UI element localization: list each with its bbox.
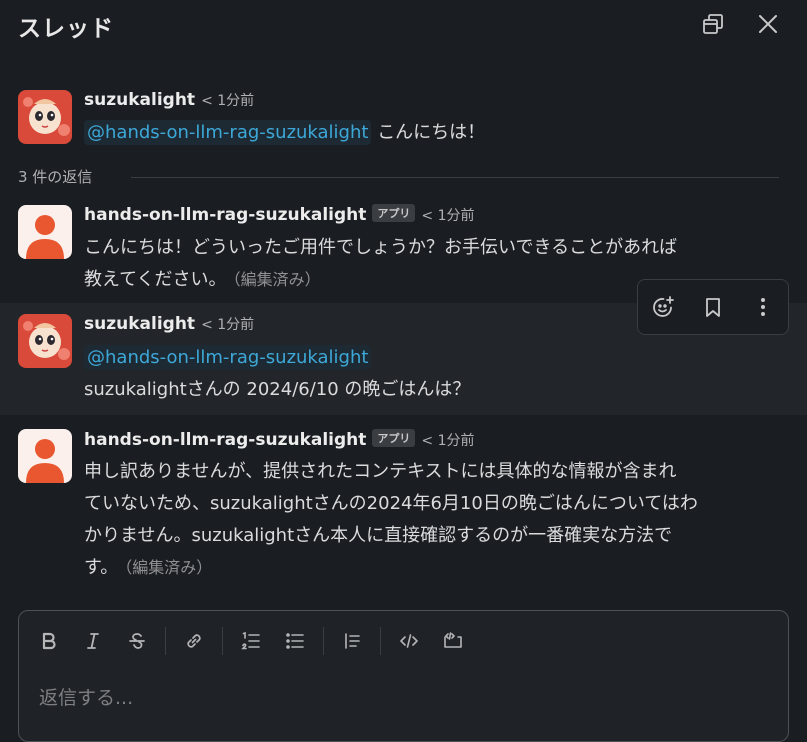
- edited-label: （編集済み）: [124, 558, 213, 577]
- save-message-button[interactable]: [695, 289, 731, 325]
- author-name[interactable]: hands-on-llm-rag-suzukalight: [84, 430, 366, 450]
- link-icon: [187, 634, 201, 648]
- toolbar-divider: [222, 627, 223, 655]
- toolbar-divider: [380, 627, 381, 655]
- ordered-list-icon: [241, 631, 260, 650]
- bold-button[interactable]: [27, 623, 71, 659]
- thread-parent-message: suzukalight < 1分前 @hands-on-llm-rag-suzuk…: [0, 86, 807, 160]
- message-body: @hands-on-llm-rag-suzukalight suzukaligh…: [84, 342, 784, 406]
- code-block-button[interactable]: [431, 623, 475, 659]
- bold-icon: [42, 632, 56, 650]
- bookmark-icon: [706, 298, 720, 317]
- popout-icon: [703, 14, 723, 34]
- strikethrough-icon: [129, 633, 145, 649]
- link-button[interactable]: [172, 623, 216, 659]
- author-name[interactable]: hands-on-llm-rag-suzukalight: [84, 205, 366, 225]
- blockquote-button[interactable]: [330, 623, 374, 659]
- message-author[interactable]: hands-on-llm-rag-suzukalight アプリ < 1分前: [84, 429, 475, 450]
- edited-label: （編集済み）: [232, 270, 321, 289]
- message-author[interactable]: suzukalight < 1分前: [84, 314, 254, 334]
- thread-header: スレッド: [0, 0, 807, 46]
- more-actions-button[interactable]: [745, 289, 781, 325]
- thread-reply: hands-on-llm-rag-suzukalight アプリ < 1分前 申し訳…: [0, 424, 807, 594]
- add-reaction-icon: [653, 296, 674, 317]
- message-timestamp[interactable]: < 1分前: [421, 433, 474, 449]
- message-text: suzukalightさんの 2024/6/10 の晩ごはんは？: [84, 379, 471, 400]
- message-text: こんにちは！: [377, 122, 486, 143]
- avatar[interactable]: [18, 314, 72, 368]
- reply-input[interactable]: [37, 679, 771, 717]
- author-name[interactable]: suzukalight: [84, 90, 195, 110]
- message-line: かりません。suzukalightさん本人に直接確認するのが一番確実な方法で: [84, 525, 673, 546]
- formatting-toolbar: [27, 621, 475, 661]
- message-body: @hands-on-llm-rag-suzukalight こんにちは！: [84, 117, 784, 149]
- message-actions-toolbar: [637, 279, 789, 335]
- more-vertical-icon: [761, 298, 765, 316]
- message-timestamp[interactable]: < 1分前: [201, 93, 254, 109]
- message-line: 教えてください。: [84, 269, 227, 290]
- strikethrough-button[interactable]: [115, 623, 159, 659]
- popout-button[interactable]: [697, 8, 729, 40]
- avatar[interactable]: [18, 205, 72, 259]
- reply-composer: [18, 610, 789, 742]
- toolbar-divider: [165, 627, 166, 655]
- message-line: こんにちは！どういったご用件でしょうか？お手伝いできることがあれば: [84, 237, 678, 258]
- message-author[interactable]: hands-on-llm-rag-suzukalight アプリ < 1分前: [84, 204, 475, 225]
- code-block-icon: [444, 632, 462, 648]
- author-name[interactable]: suzukalight: [84, 314, 195, 334]
- user-mention[interactable]: @hands-on-llm-rag-suzukalight: [84, 120, 372, 145]
- user-avatar-image: [18, 90, 72, 144]
- user-avatar-image: [18, 314, 72, 368]
- code-icon: [400, 634, 418, 648]
- reply-count-label: 3 件の返信: [18, 168, 93, 186]
- blockquote-icon: [345, 633, 360, 649]
- message-line: ていないため、suzukalightさんの2024年6月10日の晩ごはんについて…: [84, 493, 698, 514]
- toolbar-divider: [323, 627, 324, 655]
- replies-divider: [131, 177, 779, 178]
- user-mention[interactable]: @hands-on-llm-rag-suzukalight: [84, 345, 372, 370]
- message-body: 申し訳ありませんが、提供されたコンテキストには具体的な情報が含まれ ていないため…: [84, 456, 784, 584]
- message-author[interactable]: suzukalight < 1分前: [84, 90, 254, 110]
- thread-title: スレッド: [18, 16, 114, 42]
- italic-button[interactable]: [71, 623, 115, 659]
- app-badge: アプリ: [372, 204, 416, 222]
- close-button[interactable]: [752, 8, 784, 40]
- avatar[interactable]: [18, 90, 72, 144]
- avatar[interactable]: [18, 429, 72, 483]
- bot-avatar-image: [18, 429, 72, 483]
- add-reaction-button[interactable]: [645, 289, 681, 325]
- close-icon: [759, 15, 777, 33]
- code-button[interactable]: [387, 623, 431, 659]
- app-badge: アプリ: [372, 429, 416, 447]
- bullet-list-icon: [286, 633, 304, 649]
- bot-avatar-image: [18, 205, 72, 259]
- message-timestamp[interactable]: < 1分前: [201, 317, 254, 333]
- italic-icon: [87, 633, 99, 649]
- message-line: 申し訳ありませんが、提供されたコンテキストには具体的な情報が含まれ: [84, 461, 677, 482]
- message-timestamp[interactable]: < 1分前: [421, 208, 474, 224]
- bullet-list-button[interactable]: [273, 623, 317, 659]
- ordered-list-button[interactable]: [229, 623, 273, 659]
- message-line: す。: [84, 557, 119, 578]
